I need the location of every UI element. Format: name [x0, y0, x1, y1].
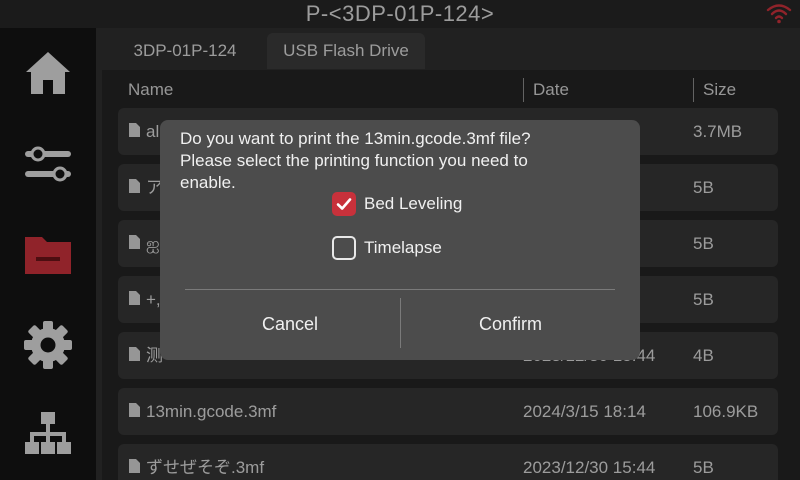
bed-leveling-checkbox[interactable]: [332, 192, 356, 216]
dialog-message-line: Do you want to print the 13min.gcode.3mf…: [180, 129, 531, 148]
timelapse-label: Timelapse: [364, 238, 442, 257]
confirm-button[interactable]: Confirm: [401, 298, 620, 350]
bed-leveling-label: Bed Leveling: [364, 194, 463, 213]
timelapse-option[interactable]: Timelapse: [332, 235, 442, 261]
dialog-message: Do you want to print the 13min.gcode.3mf…: [180, 128, 620, 194]
print-confirm-dialog: Do you want to print the 13min.gcode.3mf…: [160, 120, 640, 360]
dialog-message-line: Please select the printing function you …: [180, 151, 528, 170]
dialog-divider: [185, 289, 615, 290]
checkmark-icon: [336, 198, 352, 210]
cancel-button[interactable]: Cancel: [180, 298, 400, 350]
timelapse-checkbox[interactable]: [332, 236, 356, 260]
bed-leveling-option[interactable]: Bed Leveling: [332, 191, 462, 217]
